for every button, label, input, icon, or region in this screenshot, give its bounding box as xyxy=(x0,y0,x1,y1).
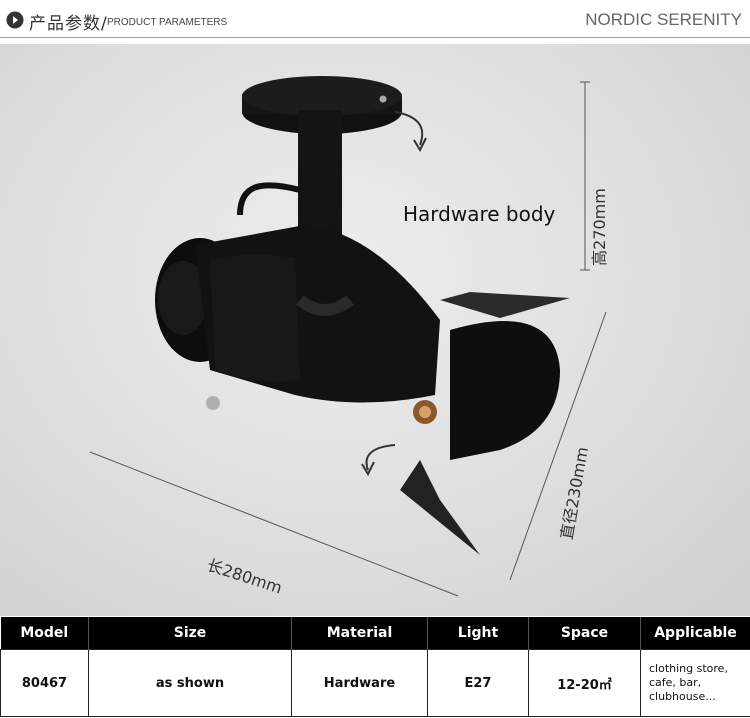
table-row: 80467 as shown Hardware E27 12-20㎡ cloth… xyxy=(0,649,750,717)
play-circle-icon xyxy=(6,11,24,29)
spotlight-illustration xyxy=(89,76,607,597)
spec-table: Model Size Material Light Space Applicab… xyxy=(0,617,750,717)
hardware-body-callout: Hardware body xyxy=(403,202,556,226)
header-bar: 产品参数/ PRODUCT PARAMETERS NORDIC SERENITY xyxy=(0,0,750,44)
header-model: Model xyxy=(0,617,89,650)
cell-size: as shown xyxy=(88,649,292,717)
cell-model: 80467 xyxy=(0,649,89,717)
header-light: Light xyxy=(427,617,529,650)
header-space: Space xyxy=(528,617,641,650)
section-title-en: PRODUCT PARAMETERS xyxy=(107,17,228,28)
height-dimension-label: 高270mm xyxy=(590,188,609,266)
header-material: Material xyxy=(291,617,428,650)
cell-space: 12-20㎡ xyxy=(528,649,641,717)
cell-applicable: clothing store, cafe, bar, clubhouse... xyxy=(640,649,750,717)
header-applicable: Applicable xyxy=(640,617,750,650)
cell-material: Hardware xyxy=(291,649,428,717)
section-title-cn: 产品参数/ xyxy=(29,14,108,34)
header-size: Size xyxy=(88,617,292,650)
product-photo: Hardware body 高270mm 直径230mm 长280mm xyxy=(0,44,750,616)
brand-name: NORDIC SERENITY xyxy=(585,10,742,29)
header-divider xyxy=(0,37,750,38)
cell-light: E27 xyxy=(427,649,529,717)
spec-table-header: Model Size Material Light Space Applicab… xyxy=(0,617,750,650)
